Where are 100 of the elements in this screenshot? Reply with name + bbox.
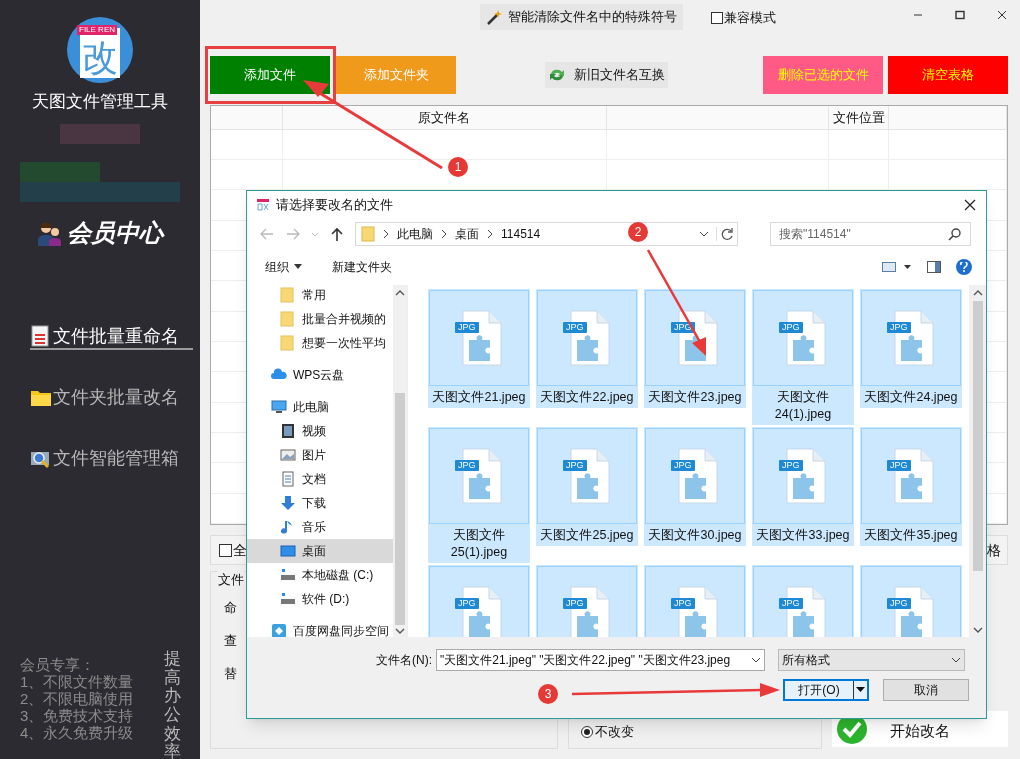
- close-button[interactable]: [996, 9, 1008, 21]
- scrollbar-thumb[interactable]: [972, 301, 983, 571]
- breadcrumb-item[interactable]: 桌面: [455, 225, 479, 243]
- file-name: 天图文件22.jpeg: [540, 389, 634, 406]
- file-name: 天图文件 24(1).jpeg: [774, 389, 832, 423]
- file-type-label: JPG: [563, 460, 587, 471]
- nav-tree-item[interactable]: 百度网盘同步空间: [247, 619, 393, 637]
- file-tile[interactable]: JPG: [428, 565, 530, 637]
- sidebar-nav-item[interactable]: 文件夹批量改名: [30, 386, 193, 411]
- nav-tree-item[interactable]: 想要一次性平均: [247, 331, 393, 355]
- nav-tree-item[interactable]: 批量合并视频的: [247, 307, 393, 331]
- member-center-link[interactable]: 会员中心: [67, 219, 163, 247]
- file-tile[interactable]: JPG 天图文件 25(1).jpeg: [428, 427, 530, 563]
- file-tile[interactable]: JPG 天图文件23.jpeg: [644, 289, 746, 408]
- file-type-label: JPG: [671, 460, 695, 471]
- column-header[interactable]: 文件位置: [829, 106, 890, 129]
- close-button[interactable]: [962, 197, 978, 213]
- scroll-up-icon[interactable]: [395, 289, 405, 297]
- scrollbar[interactable]: [393, 285, 407, 637]
- right-arrow-icon: [285, 226, 301, 242]
- view-options-button[interactable]: [882, 261, 912, 273]
- preview-pane-icon: [926, 259, 942, 275]
- app-icon: [256, 198, 270, 212]
- organize-menu-button[interactable]: 组织: [265, 258, 302, 276]
- swap-names-button[interactable]: 新旧文件名互换: [545, 62, 668, 88]
- help-button[interactable]: [956, 259, 972, 275]
- nav-tree-item[interactable]: 图片: [247, 443, 393, 467]
- nav-tree-item[interactable]: 下载: [247, 491, 393, 515]
- field-label: 查: [224, 632, 237, 650]
- file-type-label: JPG: [455, 598, 479, 609]
- file-tile[interactable]: JPG 天图文件 24(1).jpeg: [752, 289, 854, 425]
- file-name: 天图文件23.jpeg: [648, 389, 742, 406]
- select-all-label: 全: [233, 540, 247, 560]
- column-header[interactable]: 原文件名: [282, 106, 607, 129]
- scrollbar[interactable]: [969, 285, 986, 637]
- file-tile[interactable]: JPG: [536, 565, 638, 637]
- nav-tree-item[interactable]: 桌面: [247, 539, 393, 563]
- file-tile[interactable]: JPG 天图文件33.jpeg: [752, 427, 854, 546]
- nav-tree-item[interactable]: 音乐: [247, 515, 393, 539]
- sidebar-nav-item[interactable]: 文件智能管理箱: [30, 447, 193, 472]
- breadcrumb-item[interactable]: 114514: [501, 225, 541, 243]
- down-arrow-icon: [280, 495, 296, 511]
- folder-icon: [280, 311, 296, 327]
- filename-input[interactable]: "天图文件21.jpeg" "天图文件22.jpeg" "天图文件23.jpeg: [436, 649, 765, 671]
- file-name: 天图文件33.jpeg: [756, 527, 850, 544]
- scroll-up-icon[interactable]: [972, 289, 983, 297]
- file-tile[interactable]: JPG 天图文件25.jpeg: [536, 427, 638, 546]
- file-type-label: JPG: [455, 322, 479, 333]
- toolbar-button[interactable]: 清空表格: [888, 56, 1008, 94]
- file-type-label: JPG: [887, 460, 911, 471]
- folder-icon: [280, 287, 296, 303]
- radio-label: 不改变: [595, 723, 634, 741]
- open-button[interactable]: 打开(O): [783, 679, 869, 701]
- drive-icon: [280, 567, 296, 583]
- file-type-label: JPG: [563, 322, 587, 333]
- logo-tag: FILE REN: [77, 25, 117, 35]
- nav-tree-item[interactable]: 视频: [247, 419, 393, 443]
- cancel-button[interactable]: 取消: [883, 679, 969, 701]
- file-tile[interactable]: JPG: [860, 565, 962, 637]
- nav-tree-item[interactable]: 此电脑: [247, 395, 393, 419]
- dropdown-caret-icon: [698, 229, 710, 239]
- search-icon: [948, 227, 962, 241]
- caret-icon: [311, 231, 319, 237]
- compat-checkbox[interactable]: [711, 11, 723, 24]
- field-label: 命: [224, 599, 237, 617]
- monitor-icon: [271, 399, 287, 415]
- logo-glyph: 改: [82, 38, 118, 78]
- nav-tree-item[interactable]: 文档: [247, 467, 393, 491]
- nav-tree-item[interactable]: 常用: [247, 285, 393, 307]
- field-label: 替: [224, 665, 237, 683]
- file-tile[interactable]: JPG 天图文件30.jpeg: [644, 427, 746, 546]
- scrollbar-thumb[interactable]: [395, 393, 405, 625]
- breadcrumb-item[interactable]: 此电脑: [397, 225, 433, 243]
- file-type-label: JPG: [887, 598, 911, 609]
- radio-button[interactable]: [581, 725, 593, 738]
- file-type-dropdown[interactable]: 所有格式: [778, 649, 965, 671]
- file-tile[interactable]: JPG 天图文件24.jpeg: [860, 289, 962, 408]
- scroll-down-icon[interactable]: [395, 627, 405, 635]
- file-tile[interactable]: JPG 天图文件21.jpeg: [428, 289, 530, 408]
- file-tile[interactable]: JPG: [644, 565, 746, 637]
- nav-tree-item[interactable]: 本地磁盘 (C:): [247, 563, 393, 587]
- document-icon: [30, 325, 52, 347]
- search-field[interactable]: 搜索"114514": [770, 222, 971, 246]
- file-type-label: JPG: [671, 598, 695, 609]
- select-all-checkbox[interactable]: [219, 543, 232, 557]
- nav-tree-item[interactable]: WPS云盘: [247, 363, 393, 387]
- maximize-button[interactable]: [954, 9, 966, 21]
- nav-tree-item[interactable]: 软件 (D:): [247, 587, 393, 611]
- file-type-label: JPG: [779, 598, 803, 609]
- toolbar-button[interactable]: 添加文件: [210, 56, 330, 94]
- close-icon: [997, 10, 1007, 20]
- scroll-down-icon[interactable]: [972, 626, 983, 634]
- view-icon: [882, 261, 896, 273]
- chevron-icon: [487, 229, 493, 239]
- sidebar-nav-item[interactable]: 文件批量重命名: [30, 325, 193, 350]
- file-tile[interactable]: JPG 天图文件22.jpeg: [536, 289, 638, 408]
- file-tile[interactable]: JPG: [752, 565, 854, 637]
- new-folder-button[interactable]: 新建文件夹: [332, 258, 392, 276]
- clean-symbols-button[interactable]: 智能清除文件名中的特殊符号: [480, 4, 683, 30]
- file-tile[interactable]: JPG 天图文件35.jpeg: [860, 427, 962, 546]
